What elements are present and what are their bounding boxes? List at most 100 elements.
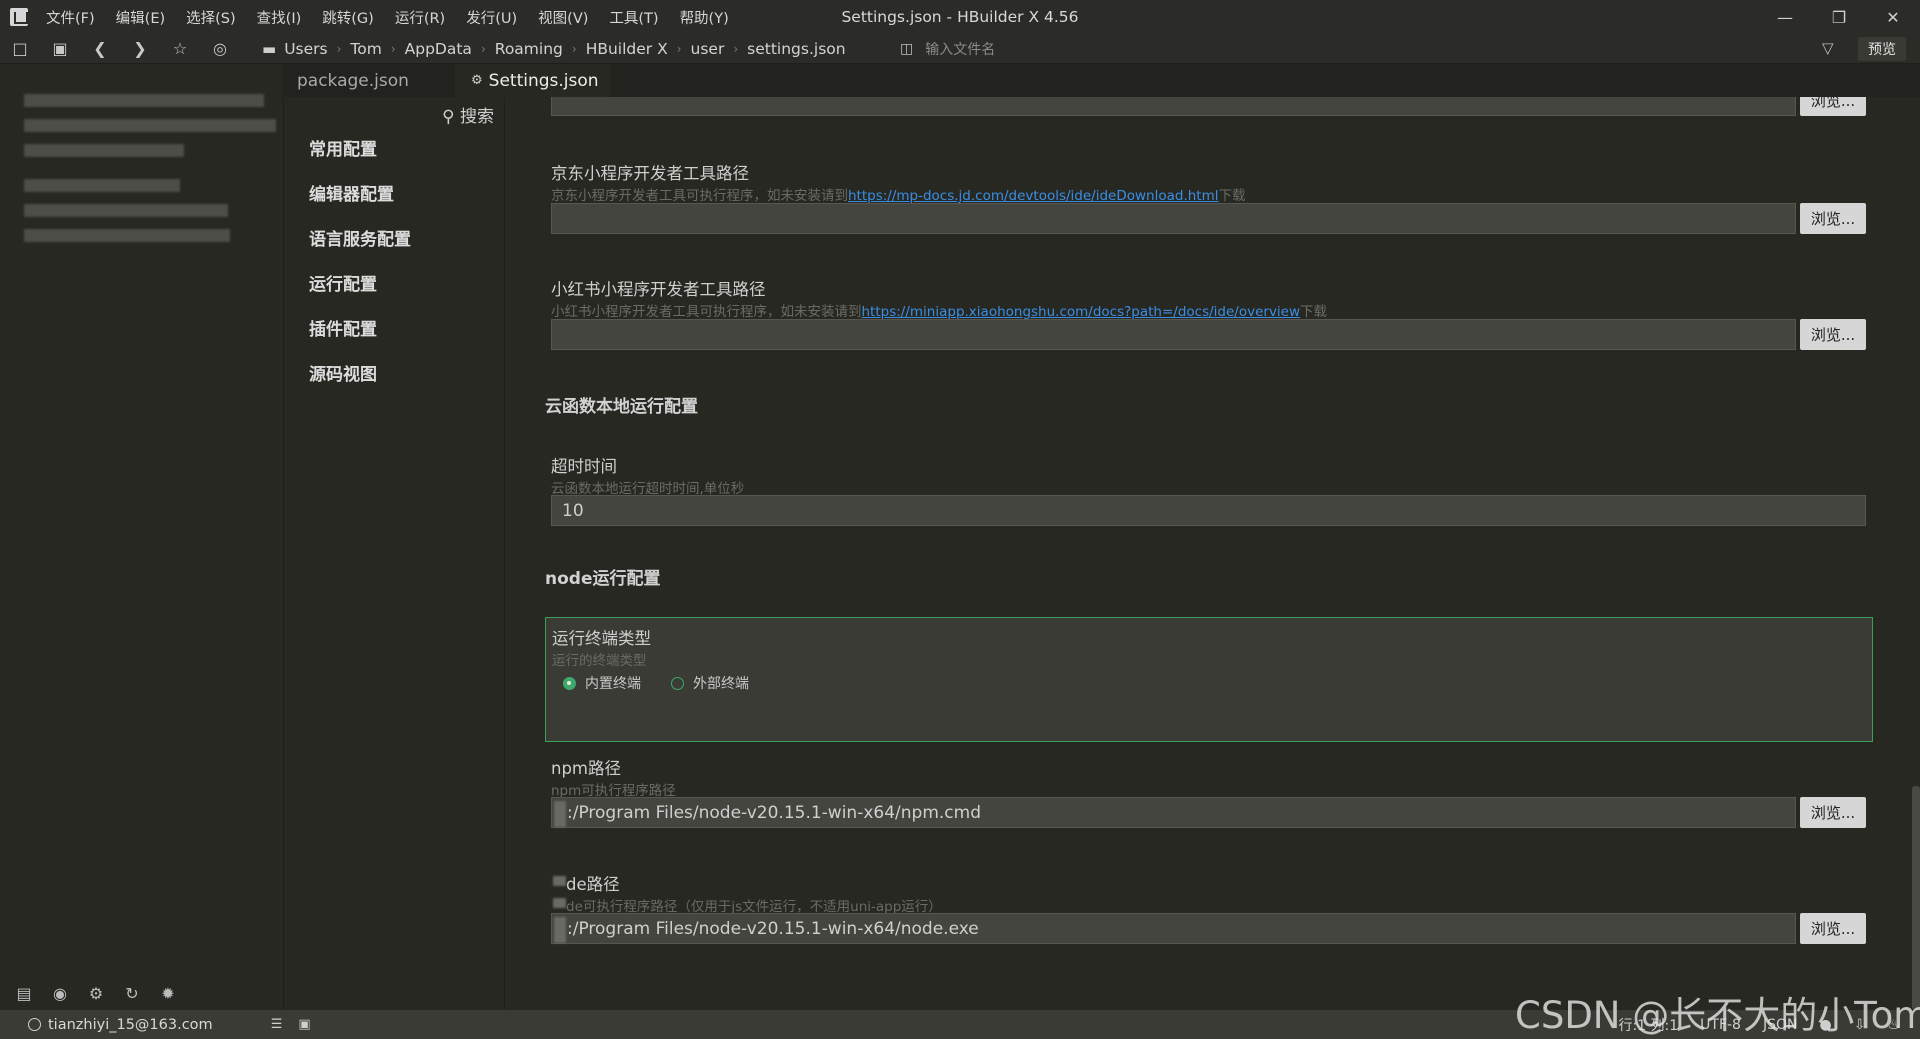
jd-download-link[interactable]: https://mp-docs.jd.com/devtools/ide/ideD… [848, 188, 1219, 204]
star-icon[interactable]: ☆ [160, 34, 200, 64]
debug-icon[interactable]: ⚙ [78, 984, 114, 1003]
back-icon[interactable]: ❮ [80, 34, 120, 64]
close-icon[interactable]: ✕ [1866, 0, 1920, 34]
left-panel-toolbar: ▤ ◉ ⚙ ↻ ✹ [0, 976, 284, 1010]
jd-devtools-desc: 京东小程序开发者工具可执行程序，如未安装请到https://mp-docs.jd… [551, 184, 1246, 204]
terminal-type-desc: 运行的终端类型 [552, 653, 647, 669]
blurred-project-item[interactable] [24, 94, 264, 107]
title-bar: 文件(F) 编辑(E) 选择(S) 查找(I) 跳转(G) 运行(R) 发行(U… [0, 0, 1920, 34]
timeout-desc: 云函数本地运行超时时间,单位秒 [551, 481, 745, 497]
tab-package-json[interactable]: package.json [285, 64, 435, 97]
menu-tools[interactable]: 工具(T) [609, 7, 658, 28]
nav-item-language-service[interactable]: 语言服务配置 [309, 225, 411, 250]
node-path-desc: de可执行程序路径（仅用于js文件运行，不适用uni-app运行） [566, 899, 942, 915]
sync-icon[interactable]: ↻ [114, 984, 150, 1003]
radio-unchecked-icon [671, 676, 684, 690]
console-icon[interactable]: ▣ [298, 1017, 310, 1032]
xhs-desc-text: 小红书小程序开发者工具可执行程序，如未安装请到 [551, 304, 862, 320]
folder-icon: ▬ [262, 39, 277, 58]
tab-label: Settings.json [488, 70, 599, 91]
npm-path-input[interactable]: :/Program Files/node-v20.15.1-win-x64/np… [551, 797, 1796, 828]
breadcrumb-hbuilderx[interactable]: HBuilder X [586, 40, 668, 58]
search-icon: ⚲ [442, 107, 455, 127]
file-search-placeholder[interactable]: 输入文件名 [925, 39, 995, 59]
radio-builtin-terminal[interactable]: 内置终端 [563, 673, 641, 693]
breadcrumb-settings-json[interactable]: settings.json [747, 40, 845, 58]
xhs-browse-button[interactable]: 浏览... [1800, 319, 1866, 350]
nav-item-general[interactable]: 常用配置 [309, 135, 377, 160]
radio-checked-icon [563, 676, 576, 690]
nav-item-editor[interactable]: 编辑器配置 [309, 180, 394, 205]
timeout-input[interactable]: 10 [551, 495, 1866, 526]
tab-settings-json[interactable]: ⚙ Settings.json [455, 64, 610, 97]
breadcrumb-tom[interactable]: Tom [350, 40, 381, 58]
nav-item-source-view[interactable]: 源码视图 [309, 360, 377, 385]
node-section-title: node运行配置 [545, 569, 661, 589]
menu-publish[interactable]: 发行(U) [466, 7, 517, 28]
nav-item-run[interactable]: 运行配置 [309, 270, 377, 295]
settings-search[interactable]: ⚲ 搜索 [442, 102, 494, 127]
new-file-icon[interactable]: □ [0, 34, 40, 64]
menu-edit[interactable]: 编辑(E) [116, 7, 165, 28]
menu-goto[interactable]: 跳转(G) [322, 7, 374, 28]
menu-help[interactable]: 帮助(Y) [680, 7, 729, 28]
blurred-project-item[interactable] [24, 144, 184, 157]
blurred-project-item[interactable] [24, 179, 180, 192]
save-icon[interactable]: ▣ [40, 34, 80, 64]
redaction-mask [553, 876, 566, 886]
xhs-download-link[interactable]: https://miniapp.xiaohongshu.com/docs?pat… [862, 304, 1301, 320]
csdn-watermark: CSDN @长不大的小Tom [1515, 994, 1920, 1037]
jd-devtools-path-input[interactable] [551, 203, 1796, 234]
xhs-devtools-desc: 小红书小程序开发者工具可执行程序，如未安装请到https://miniapp.x… [551, 300, 1327, 320]
run-icon[interactable]: ◎ [200, 34, 240, 64]
user-icon [28, 1018, 41, 1031]
preview-button[interactable]: 预览 [1858, 37, 1906, 61]
breadcrumb-roaming[interactable]: Roaming [495, 40, 563, 58]
node-path-input[interactable]: :/Program Files/node-v20.15.1-win-x64/no… [551, 913, 1796, 944]
jd-browse-button[interactable]: 浏览... [1800, 203, 1866, 234]
node-browse-button[interactable]: 浏览... [1800, 913, 1866, 944]
blurred-project-item[interactable] [24, 204, 228, 217]
settings-content: 浏览... 京东小程序开发者工具路径 京东小程序开发者工具可执行程序，如未安装请… [506, 97, 1906, 1010]
nav-item-plugins[interactable]: 插件配置 [309, 315, 377, 340]
menu-find[interactable]: 查找(I) [257, 7, 302, 28]
blurred-project-item[interactable] [24, 119, 276, 132]
breadcrumb-separator-icon: › [390, 41, 396, 56]
redaction-mask [554, 917, 566, 943]
settings-nav: ⚲ 搜索 常用配置 编辑器配置 语言服务配置 运行配置 插件配置 源码视图 [285, 97, 505, 1010]
radio-builtin-label: 内置终端 [585, 676, 641, 692]
menu-select[interactable]: 选择(S) [186, 7, 236, 28]
binoculars-icon[interactable]: ◉ [42, 984, 78, 1003]
jd-desc-suffix: 下载 [1218, 188, 1246, 204]
xhs-desc-suffix: 下载 [1300, 304, 1328, 320]
terminal-type-label: 运行终端类型 [552, 629, 651, 648]
breadcrumb-users[interactable]: Users [284, 40, 327, 58]
file-search[interactable]: ◫ 输入文件名 [900, 34, 995, 64]
npm-browse-button[interactable]: 浏览... [1800, 797, 1866, 828]
breadcrumb-separator-icon: › [571, 41, 577, 56]
editor-tabs: package.json ⚙ Settings.json [285, 64, 1920, 97]
previous-path-input[interactable] [551, 97, 1796, 116]
user-account[interactable]: tianzhiyi_15@163.com [28, 1017, 213, 1033]
menu-file[interactable]: 文件(F) [46, 7, 95, 28]
forward-icon[interactable]: ❯ [120, 34, 160, 64]
filter-icon[interactable]: ▽ [1822, 39, 1834, 57]
blurred-project-item[interactable] [24, 229, 230, 242]
jd-desc-text: 京东小程序开发者工具可执行程序，如未安装请到 [551, 188, 848, 204]
minimize-icon[interactable]: — [1758, 0, 1812, 34]
project-manager-icon[interactable]: ▤ [6, 984, 42, 1003]
plugin-icon[interactable]: ✹ [150, 984, 186, 1003]
breadcrumb-user[interactable]: user [691, 40, 725, 58]
xhs-devtools-path-input[interactable] [551, 319, 1796, 350]
menu-run[interactable]: 运行(R) [395, 7, 445, 28]
npm-path-desc: npm可执行程序路径 [551, 783, 676, 799]
status-icons: ☰ ▣ [271, 1017, 311, 1032]
radio-external-terminal[interactable]: 外部终端 [671, 673, 749, 693]
restore-icon[interactable]: ❐ [1812, 0, 1866, 34]
breadcrumb-appdata[interactable]: AppData [405, 40, 472, 58]
vertical-scrollbar[interactable] [1912, 786, 1920, 1010]
menu-view[interactable]: 视图(V) [538, 7, 588, 28]
list-icon[interactable]: ☰ [271, 1017, 283, 1032]
redaction-mask [553, 898, 566, 908]
previous-browse-button[interactable]: 浏览... [1800, 97, 1866, 116]
